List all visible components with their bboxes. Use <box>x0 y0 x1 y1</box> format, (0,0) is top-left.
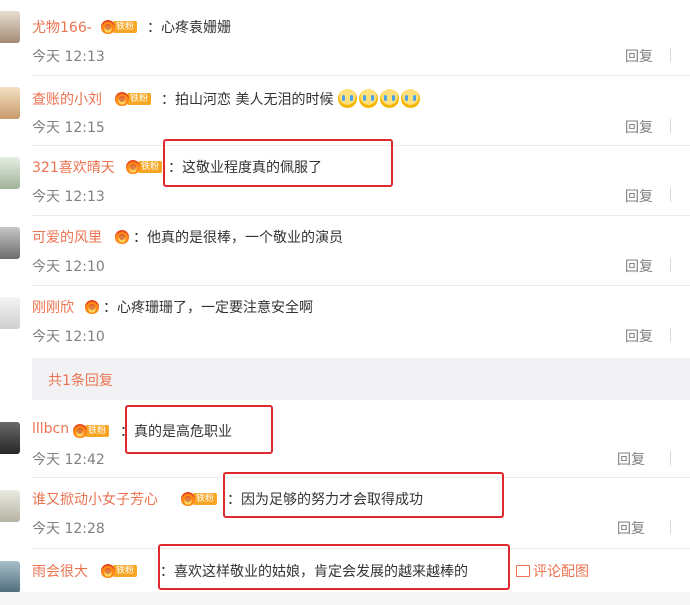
flame-icon <box>181 492 195 506</box>
reply-button[interactable]: 回复 <box>617 518 645 538</box>
fan-badge[interactable]: 铁粉 <box>73 423 110 439</box>
avatar[interactable] <box>0 227 20 259</box>
username-link[interactable]: 谁又掀动小女子芳心 <box>32 489 158 509</box>
username-link[interactable]: 尤物166- <box>32 17 92 37</box>
comment-text-body: 心疼珊珊了，一定要注意安全啊 <box>117 300 313 316</box>
crying-emoji-icon <box>379 89 399 108</box>
divider <box>32 75 690 76</box>
reply-divider <box>670 119 671 133</box>
flame-icon <box>126 160 140 174</box>
badge-label: 铁粉 <box>193 493 218 505</box>
badge-label: 铁粉 <box>113 565 138 577</box>
reply-divider <box>670 258 671 272</box>
avatar[interactable] <box>0 561 20 593</box>
reply-divider <box>670 48 671 62</box>
badge-label: 铁粉 <box>127 93 152 105</box>
timestamp: 今天 12:10 <box>32 329 105 345</box>
flame-icon <box>73 424 87 438</box>
highlight-box <box>163 139 393 187</box>
avatar[interactable] <box>0 490 20 522</box>
username-link[interactable]: 雨会很大 <box>32 561 88 581</box>
comment-text-body: 他真的是很棒，一个敬业的演员 <box>147 230 343 246</box>
reply-divider <box>670 328 671 342</box>
badge-label: 铁粉 <box>113 21 138 33</box>
flame-icon <box>101 564 115 578</box>
total-replies-link[interactable]: 共1条回复 <box>48 370 113 390</box>
reply-button[interactable]: 回复 <box>625 117 653 137</box>
flame-icon <box>115 92 129 106</box>
avatar[interactable] <box>0 11 20 43</box>
comment-image-label: 评论配图 <box>533 564 589 580</box>
comment-text: ：拍山河恋 美人无泪的时候 <box>161 89 422 109</box>
flame-icon <box>85 300 99 314</box>
username-link[interactable]: lllbcn <box>32 421 69 437</box>
badge-label: 铁粉 <box>138 161 163 173</box>
fan-badge[interactable]: 铁粉 <box>115 91 152 107</box>
fan-badge[interactable]: 铁粉 <box>101 19 138 35</box>
reply-button[interactable]: 回复 <box>617 449 645 469</box>
image-icon <box>516 565 530 577</box>
flame-icon <box>115 230 129 244</box>
fan-badge[interactable]: 铁粉 <box>181 491 218 507</box>
timestamp: 今天 12:15 <box>32 120 105 136</box>
reply-button[interactable]: 回复 <box>625 256 653 276</box>
fan-badge[interactable] <box>115 229 129 245</box>
divider <box>32 285 690 286</box>
reply-button[interactable]: 回复 <box>625 326 653 346</box>
crying-emoji-icon <box>337 89 357 108</box>
crying-emoji-icon <box>358 89 378 108</box>
comment-image-link[interactable]: 评论配图 <box>516 561 589 581</box>
avatar[interactable] <box>0 297 20 329</box>
avatar[interactable] <box>0 422 20 454</box>
flame-icon <box>101 20 115 34</box>
timestamp: 今天 12:10 <box>32 259 105 275</box>
avatar[interactable] <box>0 157 20 189</box>
comment-text: ：心疼袁姗姗 <box>147 20 231 36</box>
comment-text-body: 心疼袁姗姗 <box>161 20 231 36</box>
highlight-box <box>158 544 510 590</box>
timestamp: 今天 12:13 <box>32 189 105 205</box>
crying-emoji-icon <box>400 89 420 108</box>
reply-button[interactable]: 回复 <box>625 46 653 66</box>
divider <box>32 215 690 216</box>
timestamp: 今天 12:13 <box>32 49 105 65</box>
reply-divider <box>670 520 671 534</box>
bottom-strip <box>0 592 690 605</box>
username-link[interactable]: 查账的小刘 <box>32 89 102 109</box>
reply-button[interactable]: 回复 <box>625 186 653 206</box>
timestamp: 今天 12:28 <box>32 521 105 537</box>
username-link[interactable]: 刚刚欣 <box>32 297 74 317</box>
fan-badge[interactable] <box>85 299 99 315</box>
comment-text-body: 拍山河恋 美人无泪的时候 <box>175 92 334 108</box>
reply-divider <box>670 188 671 202</box>
avatar[interactable] <box>0 87 20 119</box>
timestamp: 今天 12:42 <box>32 452 105 468</box>
comment-text: ：他真的是很棒，一个敬业的演员 <box>133 230 343 246</box>
total-replies-bar[interactable]: 共1条回复 <box>32 358 690 400</box>
reply-divider <box>670 451 671 465</box>
comment-text: ：心疼珊珊了，一定要注意安全啊 <box>103 300 313 316</box>
highlight-box <box>125 405 273 454</box>
username-link[interactable]: 可爱的风里 <box>32 227 102 247</box>
fan-badge[interactable]: 铁粉 <box>126 159 163 175</box>
fan-badge[interactable]: 铁粉 <box>101 563 138 579</box>
highlight-box <box>223 472 504 518</box>
badge-label: 铁粉 <box>85 425 110 437</box>
username-link[interactable]: 321喜欢晴天 <box>32 157 115 177</box>
